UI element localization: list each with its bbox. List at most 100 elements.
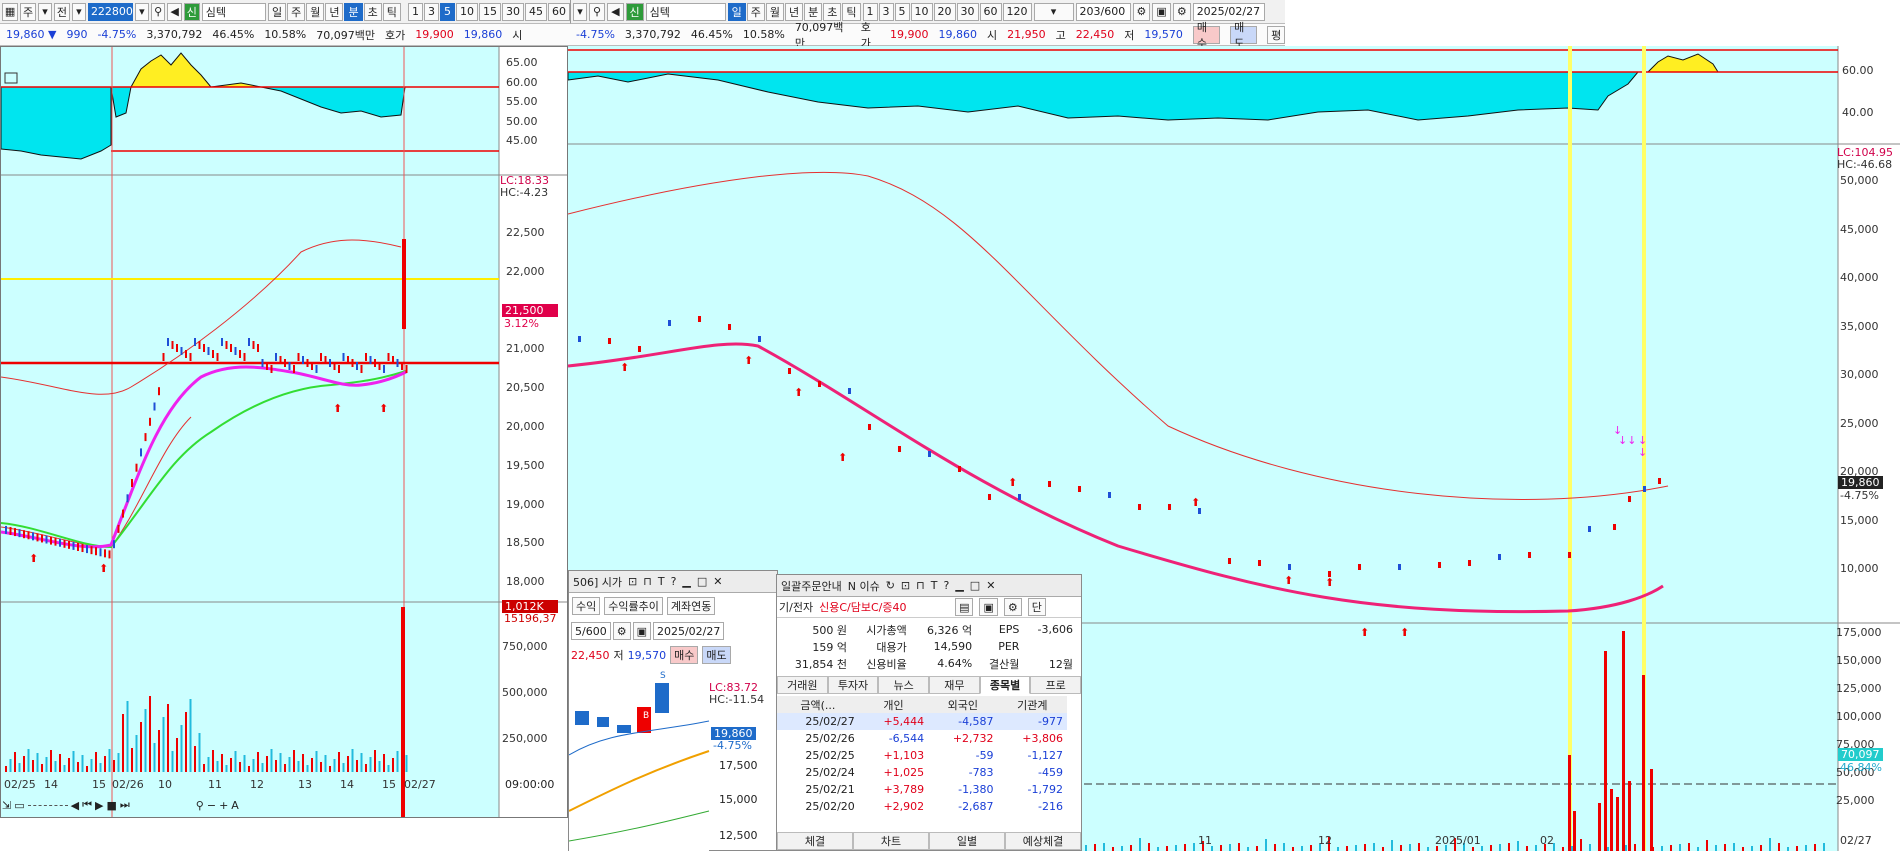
text-icon[interactable]: A xyxy=(231,799,239,812)
profit-tab[interactable]: 수익 xyxy=(572,597,601,615)
account-link-checkbox[interactable]: 계좌연동 xyxy=(666,597,716,615)
bottom-tab-1[interactable]: 차트 xyxy=(853,832,929,850)
info-tab-3[interactable]: 재무 xyxy=(929,676,980,694)
help-icon[interactable]: ? xyxy=(943,579,949,592)
minute-button-2[interactable]: 5 xyxy=(894,2,910,21)
count-field[interactable]: 5/600 xyxy=(571,622,611,640)
bottom-tab-3[interactable]: 예상체결 xyxy=(1005,832,1081,850)
period-button-4[interactable]: 분 xyxy=(344,2,363,21)
credit-badge-icon[interactable]: 신 xyxy=(625,2,644,21)
pin-icon[interactable]: ⊓ xyxy=(643,575,652,588)
bottom-tab-2[interactable]: 일별 xyxy=(929,832,1005,850)
date-field[interactable]: 2025/02/27 xyxy=(652,622,725,640)
minute-button-4[interactable]: 20 xyxy=(933,2,956,21)
link-icon[interactable]: ↻ xyxy=(886,579,895,592)
rewind-icon[interactable]: ⏮ xyxy=(82,798,92,812)
minute-button-3[interactable]: 10 xyxy=(910,2,933,21)
settings-icon[interactable]: ⚙ xyxy=(1132,2,1151,21)
info-tab-1[interactable]: 투자자 xyxy=(827,676,879,694)
buy-button[interactable]: 매수 xyxy=(670,646,699,664)
sell-button[interactable]: 매도 xyxy=(702,646,731,664)
prev-icon[interactable]: ◀ xyxy=(71,799,79,812)
period-button-4[interactable]: 15 xyxy=(478,2,501,21)
minute-button-1[interactable]: 3 xyxy=(878,2,894,21)
minimize-icon[interactable]: ▁ xyxy=(682,575,690,588)
extra-button[interactable]: 평 xyxy=(1267,25,1285,44)
info-tab-4[interactable]: 종목별 xyxy=(979,676,1031,694)
speaker-icon[interactable]: ◀ xyxy=(607,2,624,21)
period-button-5[interactable]: 초 xyxy=(363,2,382,21)
investor-row[interactable]: 25/02/21 +3,789 -1,380 -1,792 xyxy=(777,781,1067,798)
bottom-tab-0[interactable]: 체결 xyxy=(777,832,853,850)
investor-row[interactable]: 25/02/20 +2,902 -2,687 -216 xyxy=(777,798,1067,815)
pin-icon[interactable]: ⊓ xyxy=(916,579,925,592)
settings-icon[interactable]: ⚙ xyxy=(612,622,631,640)
minute-button-5[interactable]: 30 xyxy=(956,2,979,21)
mini-window-titlebar[interactable]: 506] 시가 ⊡ ⊓ T ? ▁ □ ✕ xyxy=(569,571,777,593)
maximize-icon[interactable]: □ xyxy=(697,575,707,588)
minute-button-6[interactable]: 60 xyxy=(979,2,1002,21)
period-button-1[interactable]: 주 xyxy=(746,2,765,21)
stock-code-input[interactable]: 222800 xyxy=(87,2,133,21)
period-button-1[interactable]: 주 xyxy=(287,2,306,21)
dropdown-arrow-icon[interactable]: ▾ xyxy=(573,2,587,21)
search-icon[interactable]: ⚲ xyxy=(589,2,606,21)
speaker-icon[interactable]: ◀ xyxy=(167,2,182,21)
count-field[interactable]: 203/600 xyxy=(1075,2,1131,21)
period-button-5[interactable]: 30 xyxy=(501,2,524,21)
chart-icon[interactable]: ▤ xyxy=(955,598,974,616)
minute-chart[interactable]: ⬆ ⬆ ⬆ ⬆ xyxy=(0,47,567,817)
period-button-3[interactable]: 년 xyxy=(325,2,344,21)
minute-chart-scrollbar[interactable]: ⇲ ▭ ◀ ⏮ ▶ ■ ⏭ ⚲ − + A xyxy=(2,796,562,814)
scroll-track[interactable] xyxy=(27,804,68,806)
minute-button-7[interactable]: 120 xyxy=(1002,2,1032,21)
stock-name-field[interactable]: 심텍 xyxy=(645,2,726,21)
profit-trend-tab[interactable]: 수익률추이 xyxy=(604,597,663,615)
investor-row[interactable]: 25/02/26 -6,544 +2,732 +3,806 xyxy=(777,730,1067,747)
news-label[interactable]: N 이슈 xyxy=(848,578,880,594)
investor-row[interactable]: 25/02/25 +1,103 -59 -1,127 xyxy=(777,747,1067,764)
plus-icon[interactable]: + xyxy=(219,799,228,812)
sell-button[interactable]: 매도 xyxy=(1230,21,1258,50)
dropdown-arrow-icon[interactable]: ▾ xyxy=(71,2,86,21)
stock-name-field[interactable]: 심텍 xyxy=(201,2,266,21)
credit-badge-icon[interactable]: 신 xyxy=(183,2,200,21)
investor-row[interactable]: 25/02/24 +1,025 -783 -459 xyxy=(777,764,1067,781)
close-icon[interactable]: ✕ xyxy=(713,575,722,588)
info-tab-0[interactable]: 거래원 xyxy=(777,676,828,694)
forward-icon[interactable]: ⏭ xyxy=(120,798,130,812)
minus-icon[interactable]: − xyxy=(207,799,216,812)
period-button-2[interactable]: 월 xyxy=(306,2,325,21)
zoom-icon[interactable]: ⚲ xyxy=(196,799,204,812)
search-icon[interactable]: ⚲ xyxy=(150,2,166,21)
period-button-0[interactable]: 일 xyxy=(727,2,746,21)
buy-button[interactable]: 매수 xyxy=(1192,21,1221,50)
chart-tool-icon[interactable]: ⇲ xyxy=(2,799,11,812)
dropdown-arrow-icon[interactable]: ▾ xyxy=(38,2,53,21)
period-button-2[interactable]: 5 xyxy=(439,2,455,21)
single-button[interactable]: 단 xyxy=(1027,598,1046,616)
minimize-icon[interactable]: ▁ xyxy=(955,579,963,592)
chart-tool-icon[interactable]: ▭ xyxy=(14,799,24,812)
period-button-0[interactable]: 일 xyxy=(267,2,287,21)
text-icon[interactable]: T xyxy=(658,575,665,588)
save-icon[interactable]: ▣ xyxy=(1152,2,1171,21)
maximize-icon[interactable]: □ xyxy=(970,579,980,592)
close-icon[interactable]: ✕ xyxy=(986,579,995,592)
period-button-1[interactable]: 3 xyxy=(423,2,439,21)
period-button-0[interactable]: 1 xyxy=(407,2,423,21)
window-icon[interactable]: ⊡ xyxy=(901,579,910,592)
window-icon[interactable]: ⊡ xyxy=(628,575,637,588)
info-window-titlebar[interactable]: 일괄주문안내 N 이슈 ↻ ⊡ ⊓ T ? ▁ □ ✕ xyxy=(777,575,1081,597)
save-icon[interactable]: ▣ xyxy=(632,622,651,640)
jeon-button[interactable]: 전 xyxy=(54,2,70,21)
text-icon[interactable]: T xyxy=(931,579,938,592)
grid-icon[interactable]: ▦ xyxy=(2,2,19,21)
info-tab-5[interactable]: 프로 xyxy=(1030,676,1082,694)
dropdown-arrow-icon[interactable]: ▾ xyxy=(134,2,149,21)
dropdown-arrow-icon[interactable]: ▾ xyxy=(1033,2,1074,21)
investor-row[interactable]: 25/02/27 +5,444 -4,587 -977 xyxy=(777,713,1067,730)
gear-icon[interactable]: ⚙ xyxy=(1003,598,1022,616)
period-button-3[interactable]: 10 xyxy=(455,2,478,21)
type-select[interactable]: 주 xyxy=(20,2,37,21)
